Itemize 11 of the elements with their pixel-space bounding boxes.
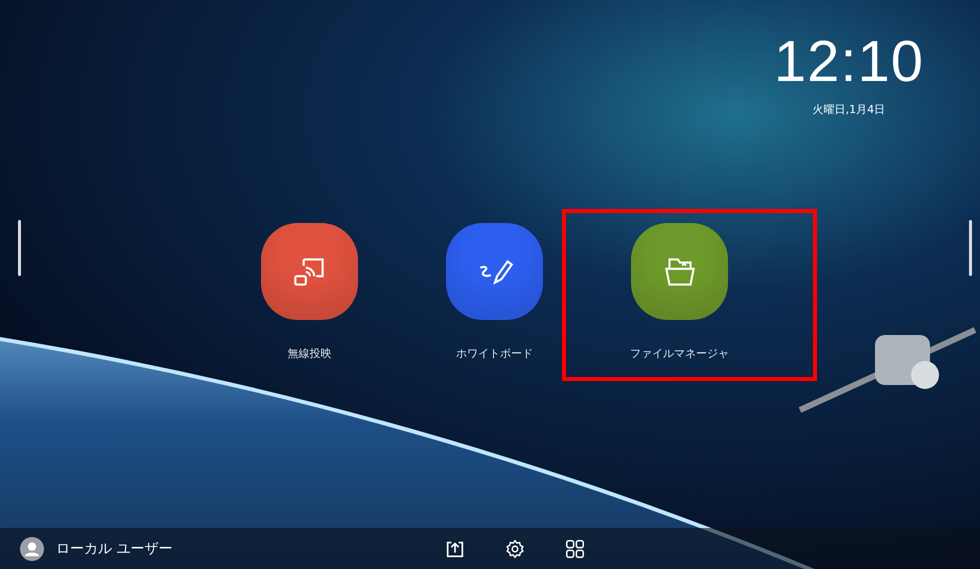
side-handle[interactable]	[969, 220, 972, 276]
app-label: 無線投映	[288, 346, 332, 361]
clock-date: 火曜日,1月4日	[812, 102, 886, 117]
side-handle[interactable]	[18, 220, 21, 276]
clock-time: 12:10	[774, 30, 924, 94]
app-label: ホワイトボード	[456, 346, 533, 361]
user-avatar-icon[interactable]	[20, 536, 44, 560]
app-grid-icon[interactable]	[564, 538, 586, 560]
settings-icon[interactable]	[504, 538, 526, 560]
user-name[interactable]: ローカル ユーザー	[56, 540, 172, 558]
app-label: ファイルマネージャ	[630, 346, 729, 361]
